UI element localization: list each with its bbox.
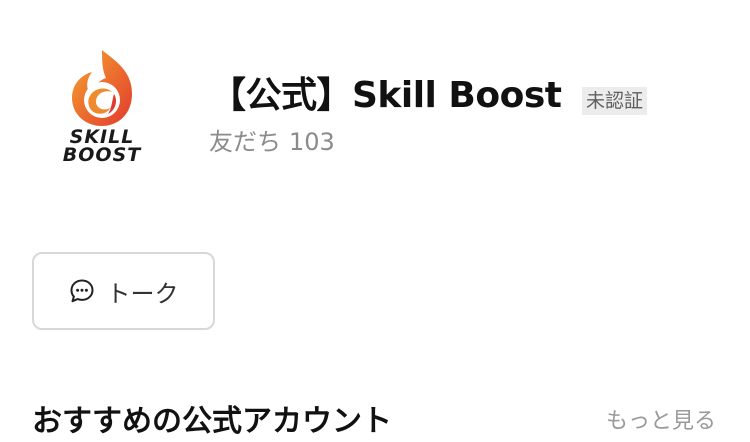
flame-logo-icon: SKILL BOOST xyxy=(63,50,142,166)
see-more-link[interactable]: もっと見る xyxy=(606,406,716,438)
friends-count: 103 xyxy=(289,128,335,156)
chat-bubble-icon xyxy=(69,278,95,304)
account-name: 【公式】Skill Boost xyxy=(210,75,562,116)
verification-badge: 未認証 xyxy=(582,87,648,115)
svg-text:BOOST: BOOST xyxy=(63,144,142,166)
recommended-accounts-title: おすすめの公式アカウント xyxy=(32,404,392,439)
account-logo: SKILL BOOST xyxy=(40,42,164,166)
talk-button-label: トーク xyxy=(106,279,179,308)
friends-label: 友だち xyxy=(209,128,281,156)
talk-button[interactable]: トーク xyxy=(32,252,215,330)
friends-count-row: 友だち 103 xyxy=(209,125,335,159)
